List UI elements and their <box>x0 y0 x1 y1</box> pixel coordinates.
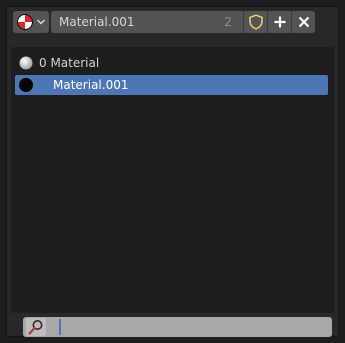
list-filter-bar[interactable] <box>23 317 332 337</box>
plus-icon <box>274 16 286 28</box>
material-sphere-white-icon <box>19 56 33 70</box>
chevron-down-icon <box>37 19 45 25</box>
list-item-label: Material.001 <box>53 78 129 92</box>
unlink-material-button[interactable] <box>291 11 315 33</box>
material-sphere-icon <box>17 14 33 30</box>
datablock-name-text: Material.001 <box>59 15 135 29</box>
browse-material-button[interactable] <box>13 11 49 33</box>
fake-user-button[interactable] <box>243 11 267 33</box>
list-item-material[interactable]: 0 Material <box>15 53 328 73</box>
material-browser-panel: Material.001 2 0 Material Material.001 <box>6 6 339 337</box>
material-list[interactable]: 0 Material Material.001 <box>11 47 334 313</box>
filter-input[interactable] <box>63 318 329 336</box>
datablock-header: Material.001 2 <box>11 11 334 33</box>
new-material-button[interactable] <box>267 11 291 33</box>
text-caret <box>59 319 61 335</box>
list-item-material-001[interactable]: Material.001 <box>15 75 328 95</box>
magnifier-icon <box>26 318 46 336</box>
list-item-label: 0 Material <box>39 56 100 70</box>
user-count-badge[interactable]: 2 <box>213 11 243 33</box>
material-sphere-black-icon <box>19 78 33 92</box>
shield-icon <box>249 14 263 30</box>
close-icon <box>298 16 310 28</box>
window-frame: Material.001 2 0 Material Material.001 <box>0 0 345 343</box>
